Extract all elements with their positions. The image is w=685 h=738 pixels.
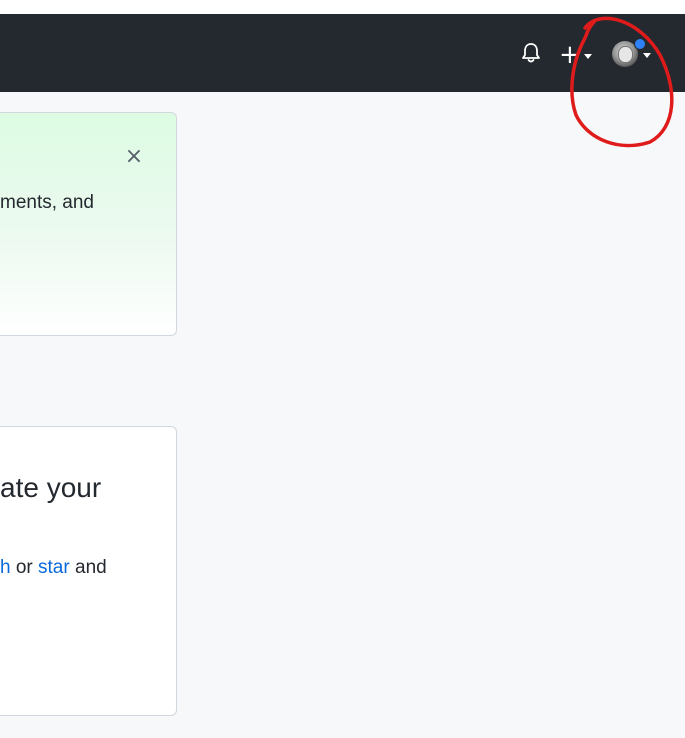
create-new-button[interactable]: + bbox=[559, 40, 599, 70]
bell-icon bbox=[522, 43, 540, 63]
card-body-or: or bbox=[10, 557, 39, 578]
card-title: ate your bbox=[0, 472, 102, 503]
banner-text: ments, and bbox=[0, 192, 94, 213]
top-strip bbox=[0, 0, 685, 14]
chevron-down-icon bbox=[583, 53, 592, 59]
notifications-button[interactable] bbox=[516, 28, 546, 78]
card-body: h or star and bbox=[0, 556, 107, 580]
chevron-down-icon bbox=[643, 52, 651, 58]
plus-icon: + bbox=[559, 40, 581, 70]
avatar-image bbox=[618, 46, 633, 63]
unread-indicator bbox=[634, 38, 646, 50]
star-link[interactable]: star bbox=[38, 557, 70, 578]
watch-link[interactable]: h bbox=[0, 557, 11, 578]
close-banner-button[interactable]: × bbox=[124, 146, 144, 168]
card-body-and: and bbox=[69, 557, 107, 578]
welcome-banner bbox=[0, 112, 177, 336]
